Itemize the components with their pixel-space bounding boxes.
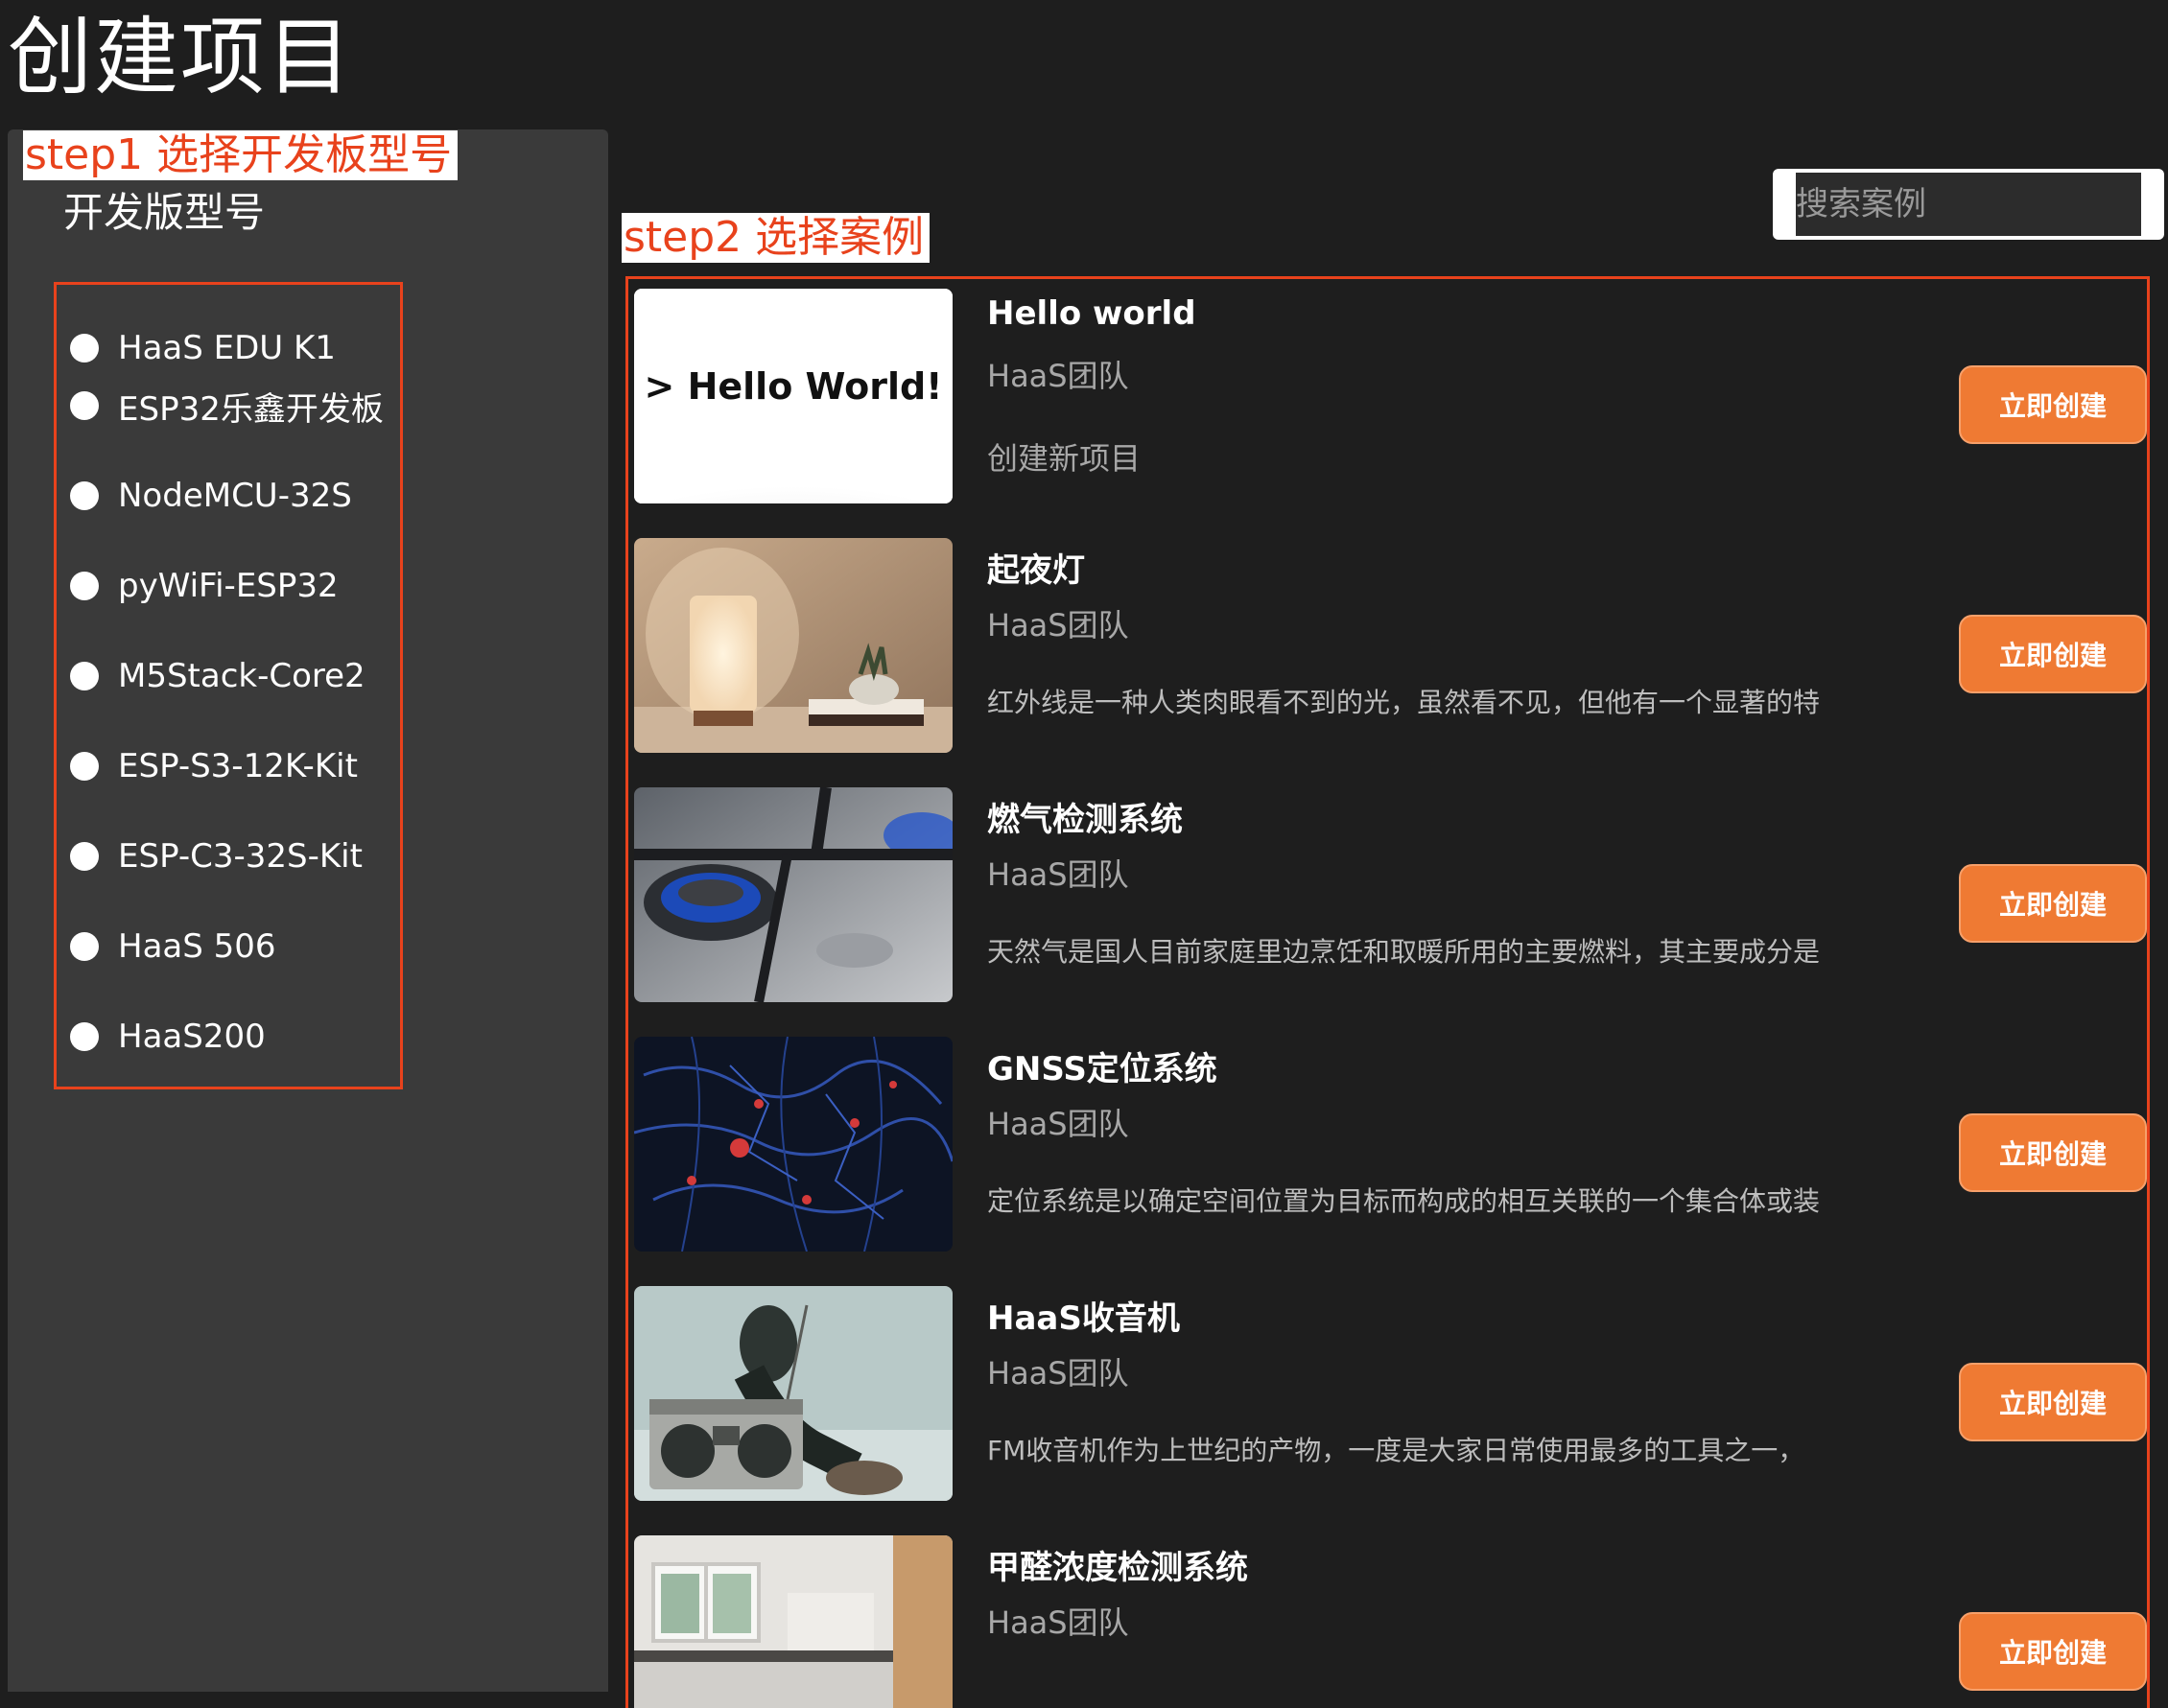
case-title: 起夜灯 [987, 551, 1085, 590]
board-option-label: HaaS EDU K1 [118, 329, 336, 367]
room-photo [634, 1535, 953, 1708]
radio-photo [634, 1286, 953, 1501]
case-title: HaaS收音机 [987, 1299, 1180, 1338]
radio-button[interactable] [70, 842, 99, 871]
board-option-esp32[interactable]: ESP32乐鑫开发板 [70, 377, 384, 434]
board-option-esp-c3-32s-kit[interactable]: ESP-C3-32S-Kit [70, 828, 363, 885]
night-lamp-photo [634, 538, 953, 753]
room-photo-art [634, 1535, 953, 1708]
step2-annotation: step2 选择案例 [622, 213, 931, 263]
create-now-button[interactable]: 立即创建 [1959, 615, 2147, 693]
case-author: HaaS团队 [987, 607, 1129, 643]
case-card-radio[interactable]: HaaS收音机 HaaS团队 FM收音机作为上世纪的产物，一度是大家日常使用最多… [632, 1286, 2147, 1503]
case-author: HaaS团队 [987, 1106, 1129, 1142]
hello-world-thumb-text: > Hello World! [644, 365, 943, 408]
board-option-label: HaaS200 [118, 1018, 266, 1056]
case-author: HaaS团队 [987, 856, 1129, 893]
hello-world-thumbnail: > Hello World! [634, 289, 953, 503]
radio-button[interactable] [70, 1022, 99, 1051]
case-card-gnss[interactable]: GNSS定位系统 HaaS团队 定位系统是以确定空间位置为目标而构成的相互关联的… [632, 1037, 2147, 1253]
board-option-label: HaaS 506 [118, 927, 276, 966]
case-description: 定位系统是以确定空间位置为目标而构成的相互关联的一个集合体或装 [987, 1185, 1821, 1217]
board-option-pywifi-esp32[interactable]: pyWiFi-ESP32 [70, 557, 339, 615]
board-option-label: M5Stack-Core2 [118, 657, 365, 695]
radio-button[interactable] [70, 481, 99, 510]
board-option-label: NodeMCU-32S [118, 477, 352, 515]
case-title: Hello world [987, 294, 1196, 333]
case-title: 甲醛浓度检测系统 [987, 1549, 1248, 1587]
case-author: HaaS团队 [987, 358, 1129, 394]
radio-button[interactable] [70, 932, 99, 961]
board-type-label: 开发版型号 [63, 189, 266, 236]
case-description: 创建新项目 [987, 440, 1142, 477]
create-now-button[interactable]: 立即创建 [1959, 864, 2147, 943]
board-option-label: ESP-S3-12K-Kit [118, 747, 358, 785]
case-card-hello-world[interactable]: > Hello World! Hello world HaaS团队 创建新项目 … [632, 289, 2147, 505]
board-option-nodemcu-32s[interactable]: NodeMCU-32S [70, 467, 352, 525]
board-option-haas-edu-k1[interactable]: HaaS EDU K1 [70, 319, 336, 377]
map-photo [634, 1037, 953, 1252]
board-option-esp-s3-12k-kit[interactable]: ESP-S3-12K-Kit [70, 737, 358, 795]
gas-stove-photo [634, 787, 953, 1002]
create-now-button[interactable]: 立即创建 [1959, 365, 2147, 444]
case-title: 燃气检测系统 [987, 801, 1183, 839]
case-card-night-lamp[interactable]: 起夜灯 HaaS团队 红外线是一种人类肉眼看不到的光，虽然看不见，但他有一个显著… [632, 538, 2147, 755]
radio-photo-art [634, 1286, 953, 1501]
step1-annotation: step1 选择开发板型号 [23, 130, 459, 180]
radio-button[interactable] [70, 752, 99, 781]
board-radio-group: HaaS EDU K1 ESP32乐鑫开发板 NodeMCU-32S pyWiF… [54, 282, 403, 1089]
radio-button[interactable] [70, 334, 99, 363]
case-list: > Hello World! Hello world HaaS团队 创建新项目 … [625, 276, 2150, 1708]
board-option-label: ESP32乐鑫开发板 [118, 389, 384, 429]
case-card-gas-detection[interactable]: 燃气检测系统 HaaS团队 天然气是国人目前家庭里边烹饪和取暖所用的主要燃料，其… [632, 787, 2147, 1004]
board-option-haas-506[interactable]: HaaS 506 [70, 918, 276, 975]
create-now-button[interactable]: 立即创建 [1959, 1612, 2147, 1691]
board-option-m5stack-core2[interactable]: M5Stack-Core2 [70, 647, 365, 705]
case-description: 天然气是国人目前家庭里边烹饪和取暖所用的主要燃料，其主要成分是 [987, 936, 1821, 968]
case-author: HaaS团队 [987, 1355, 1129, 1392]
board-option-label: ESP-C3-32S-Kit [118, 837, 363, 876]
radio-button[interactable] [70, 662, 99, 690]
search-input[interactable] [1796, 173, 2141, 236]
map-photo-art [634, 1037, 953, 1252]
case-author: HaaS团队 [987, 1604, 1129, 1641]
case-title: GNSS定位系统 [987, 1050, 1217, 1088]
create-now-button[interactable]: 立即创建 [1959, 1113, 2147, 1192]
case-card-formaldehyde[interactable]: 甲醛浓度检测系统 HaaS团队 立即创建 [632, 1535, 2147, 1708]
board-option-label: pyWiFi-ESP32 [118, 567, 339, 605]
board-option-haas200[interactable]: HaaS200 [70, 1008, 266, 1065]
night-lamp-photo-art [634, 538, 953, 753]
gas-stove-photo-art [634, 787, 953, 1002]
search-box [1773, 169, 2164, 240]
case-description: 红外线是一种人类肉眼看不到的光，虽然看不见，但他有一个显著的特 [987, 687, 1821, 718]
page-title: 创建项目 [8, 8, 354, 106]
case-description: FM收音机作为上世纪的产物，一度是大家日常使用最多的工具之一， [987, 1435, 1805, 1466]
radio-button[interactable] [70, 572, 99, 600]
create-now-button[interactable]: 立即创建 [1959, 1363, 2147, 1441]
radio-button[interactable] [70, 391, 99, 420]
